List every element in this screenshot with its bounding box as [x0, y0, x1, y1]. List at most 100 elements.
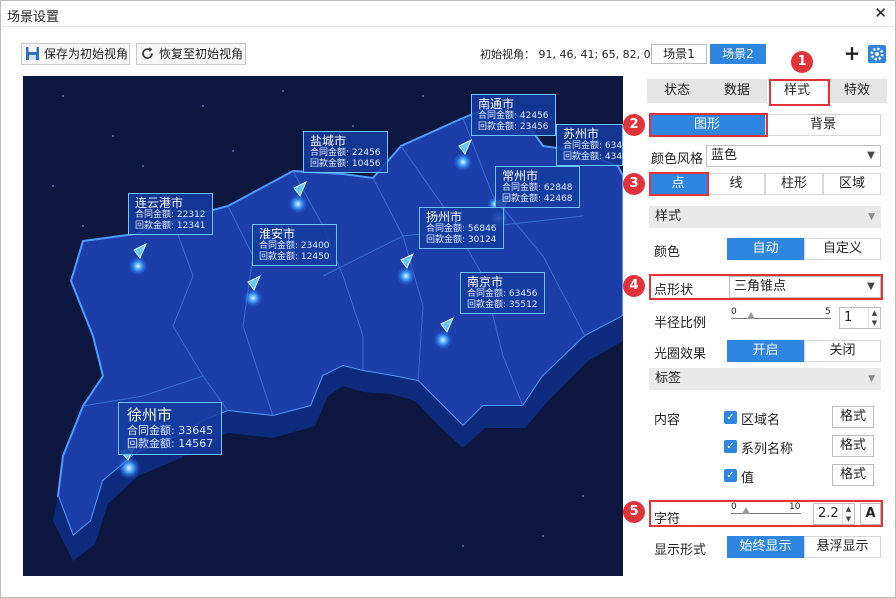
contract-amount: 合同金额: 56846 [426, 224, 497, 234]
tab-status[interactable]: 状态 [647, 79, 707, 103]
contract-amount: 合同金额: 23400 [259, 241, 330, 251]
restore-initial-view-label: 恢复至初始视角 [159, 47, 244, 61]
contract-amount: 合同金额: 33645 [127, 424, 214, 437]
tab-area[interactable]: 区域 [823, 173, 881, 195]
tab-line[interactable]: 线 [707, 173, 765, 195]
contract-amount: 合同金额: 22456 [310, 148, 381, 158]
city-name: 扬州市 [426, 210, 463, 224]
callout-box-3 [649, 172, 709, 196]
add-scene-icon[interactable]: + [843, 43, 861, 64]
stepper-arrows-icon[interactable]: ▲ ▼ [868, 308, 880, 328]
city-name: 盐城市 [310, 134, 347, 148]
map-label: 苏州市 合同金额: 634 回款金额: 434 [556, 124, 623, 166]
halo-effect-toggle: 开启 关闭 [727, 340, 881, 362]
gear-icon[interactable] [867, 44, 887, 64]
label-section-header[interactable]: 标签 ▼ [649, 368, 881, 390]
map-label: 常州市 合同金额: 62848 回款金额: 42468 [495, 166, 580, 208]
color-mode-toggle: 自动 自定义 [727, 238, 881, 260]
chevron-down-icon: ▼ [867, 150, 875, 161]
close-icon[interactable]: ✕ [874, 4, 887, 22]
display-mode-label: 显示形式 [654, 543, 707, 558]
map-label: 徐州市 合同金额: 33645 回款金额: 14567 [118, 402, 223, 455]
callout-box-4 [649, 274, 883, 300]
initial-view-readout: 初始视角： 91, 46, 41; 65, 82, 0 [480, 48, 651, 61]
tab-background[interactable]: 背景 [765, 114, 881, 136]
window-title: 场景设置 [7, 10, 60, 25]
refresh-icon [142, 47, 153, 59]
contract-amount: 合同金额: 22312 [135, 210, 206, 220]
callout-badge-3: 3 [623, 173, 645, 195]
map-label: 扬州市 合同金额: 56846 回款金额: 30124 [419, 207, 504, 249]
value-label: 值 [741, 471, 755, 486]
contract-amount: 合同金额: 63456 [467, 289, 538, 299]
callout-box-1 [769, 79, 830, 106]
payment-amount: 回款金额: 30124 [426, 235, 497, 245]
contract-amount: 合同金额: 62848 [502, 183, 573, 193]
format-button[interactable]: 格式 [832, 435, 874, 457]
callout-badge-5: 5 [623, 501, 645, 523]
radius-ratio-slider[interactable]: 0 5 [731, 307, 831, 329]
slider-min: 0 [731, 307, 737, 317]
format-button[interactable]: 格式 [832, 464, 874, 486]
save-initial-view-label: 保存为初始视角 [44, 47, 129, 61]
payment-amount: 回款金额: 23456 [478, 122, 549, 132]
halo-off-option[interactable]: 关闭 [804, 340, 881, 362]
title-bar: 场景设置 ✕ [1, 1, 895, 27]
save-icon [26, 47, 39, 60]
radius-ratio-label: 半径比例 [654, 316, 707, 331]
scene-settings-window: 场景设置 ✕ 保存为初始视角 恢复至初始视角 初始视角： 91, 46, 41;… [0, 0, 896, 598]
contract-amount: 合同金额: 634 [563, 141, 623, 151]
callout-box-2 [649, 113, 768, 137]
payment-amount: 回款金额: 14567 [127, 437, 214, 450]
slider-thumb[interactable] [747, 312, 755, 319]
payment-amount: 回款金额: 12450 [259, 252, 330, 262]
color-label: 颜色 [654, 245, 681, 260]
color-style-select[interactable]: 蓝色 ▼ [706, 145, 881, 167]
scene1-tab[interactable]: 场景1 [651, 44, 707, 64]
format-button[interactable]: 格式 [832, 406, 874, 428]
scene2-tab[interactable]: 场景2 [710, 44, 766, 64]
tab-data[interactable]: 数据 [707, 79, 767, 103]
style-section-header[interactable]: 样式 ▼ [649, 206, 881, 228]
map-label: 南通市 合同金额: 42456 回款金额: 23456 [471, 94, 556, 136]
panel-tabs: 状态 数据 样式 特效 [647, 79, 887, 103]
restore-initial-view-button[interactable]: 恢复至初始视角 [136, 43, 246, 65]
tab-effects[interactable]: 特效 [827, 79, 887, 103]
radius-ratio-value: 1 [844, 310, 853, 325]
payment-amount: 回款金额: 42468 [502, 194, 573, 204]
callout-box-5 [649, 500, 883, 527]
slider-max: 5 [825, 307, 831, 317]
collapse-arrow-icon: ▼ [868, 212, 875, 222]
halo-on-option[interactable]: 开启 [727, 340, 804, 362]
city-name: 苏州市 [563, 127, 600, 141]
radius-ratio-stepper[interactable]: 1 ▲ ▼ [839, 307, 881, 329]
checkbox-region-name[interactable]: ✓ [724, 411, 737, 424]
save-initial-view-button[interactable]: 保存为初始视角 [21, 43, 130, 65]
city-name: 徐州市 [127, 406, 173, 424]
style-section-title: 样式 [655, 209, 682, 224]
tab-column[interactable]: 柱形 [765, 173, 823, 195]
display-mode-toggle: 始终显示 悬浮显示 [727, 536, 881, 558]
payment-amount: 回款金额: 35512 [467, 300, 538, 310]
callout-badge-1: 1 [791, 51, 813, 73]
label-section-title: 标签 [655, 371, 682, 386]
map-view[interactable]: 南通市 合同金额: 42456 回款金额: 23456 苏州市 合同金额: 634 回款… [23, 76, 623, 576]
checkbox-series-name[interactable]: ✓ [724, 440, 737, 453]
city-name: 连云港市 [135, 196, 184, 210]
payment-amount: 回款金额: 10456 [310, 159, 381, 169]
collapse-arrow-icon: ▼ [868, 374, 875, 384]
map-label: 南京市 合同金额: 63456 回款金额: 35512 [460, 272, 545, 314]
map-label: 连云港市 合同金额: 22312 回款金额: 12341 [128, 193, 213, 235]
color-custom-option[interactable]: 自定义 [804, 238, 881, 260]
checkbox-value[interactable]: ✓ [724, 469, 737, 482]
content-label: 内容 [654, 413, 681, 428]
map-label: 淮安市 合同金额: 23400 回款金额: 12450 [252, 224, 337, 266]
color-auto-option[interactable]: 自动 [727, 238, 804, 260]
display-always-option[interactable]: 始终显示 [727, 536, 804, 558]
city-name: 南京市 [467, 275, 504, 289]
color-style-value: 蓝色 [711, 148, 738, 163]
payment-amount: 回款金额: 12341 [135, 221, 206, 231]
display-hover-option[interactable]: 悬浮显示 [804, 536, 881, 558]
callout-badge-2: 2 [623, 114, 645, 136]
callout-badge-4: 4 [623, 275, 645, 297]
